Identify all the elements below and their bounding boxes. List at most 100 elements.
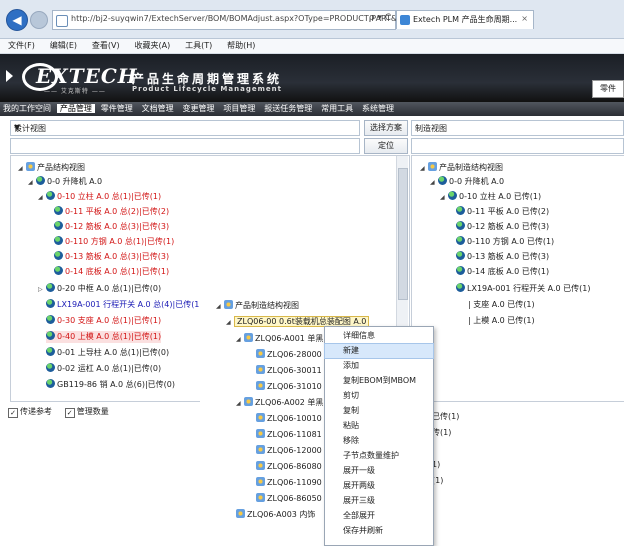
locate-button[interactable]: 定位 xyxy=(364,138,408,154)
tree-node[interactable]: 0-14 底板 A.0 已传(1) xyxy=(456,266,549,278)
menu-copy-ebom-to-mbom[interactable]: 复制EBOM到MBOM xyxy=(325,374,433,388)
tree-node[interactable]: 0-110 方钢 A.0 总(1)|已传(1) xyxy=(54,236,174,248)
pass-reference-checkbox[interactable]: ✓ xyxy=(8,408,18,418)
address-bar[interactable]: http://bj2-suyqwin7/ExtechServer/BOM/BOM… xyxy=(52,10,426,30)
tree-node[interactable]: ZLQ06-10010 xyxy=(256,413,322,425)
nav-part-management[interactable]: 零件管理 xyxy=(98,104,136,113)
tree-node[interactable]: ZLQ06-86080 xyxy=(256,461,322,473)
menu-item-tools[interactable]: 工具(T) xyxy=(185,41,212,50)
tree-node[interactable]: 0-14 底板 A.0 总(1)|已传(1) xyxy=(54,266,169,278)
forward-icon[interactable] xyxy=(30,11,48,29)
tree-node[interactable]: ZLQ06-11090 xyxy=(256,477,322,489)
tree-node[interactable]: 0-02 运杠 A.0 总(1)|已传(0) xyxy=(46,363,161,375)
expand-icon[interactable]: ◢ xyxy=(18,163,26,175)
tree-node[interactable]: 0-12 筋板 A.0 总(3)|已传(3) xyxy=(54,221,169,233)
browser-tab[interactable]: Extech PLM 产品生命周期... × xyxy=(396,10,534,29)
menu-expand-one[interactable]: 展开一级 xyxy=(325,464,433,478)
menu-cut[interactable]: 剪切 xyxy=(325,389,433,403)
tree-root-mbom[interactable]: ◢ 产品制造结构视图 xyxy=(216,300,299,312)
tree-node-highlighted[interactable]: 0-40 上模 A.0 总(1)|已传(1) xyxy=(46,331,162,343)
tree-node[interactable]: 0-30 支座 A.0 总(1)|已传(1) xyxy=(46,315,161,327)
expand-icon[interactable]: ◢ xyxy=(216,301,224,313)
nav-workspace[interactable]: 我的工作空间 xyxy=(0,104,54,113)
tree-node[interactable]: ZLQ06-86050 xyxy=(256,493,322,505)
tree-node[interactable]: | 上模 A.0 已传(1) xyxy=(468,315,535,327)
menu-item-help[interactable]: 帮助(H) xyxy=(227,41,255,50)
partial-node-text: 已传(1) xyxy=(432,412,460,421)
folder-icon xyxy=(256,413,265,422)
tree-node[interactable]: LX19A-001 行程开关 A.0 总(4)|已传(1) xyxy=(46,299,203,311)
menu-expand-all[interactable]: 全部展开 xyxy=(325,509,433,523)
tree-node[interactable]: 0-13 筋板 A.0 总(3)|已传(3) xyxy=(54,251,169,263)
tree-node[interactable]: ◢ ZLQ06-A002 单黑 xyxy=(236,397,323,409)
tree-node[interactable]: ▷ 0-20 中框 A.0 总(1)|已传(0) xyxy=(38,283,161,295)
part-icon xyxy=(54,236,63,245)
manufacturing-view-select[interactable]: 制造视图 xyxy=(411,120,624,136)
tree-node[interactable]: LX19A-001 行程开关 A.0 已传(1) xyxy=(456,283,591,295)
tree-node[interactable]: ZLQ06-12000 xyxy=(256,445,322,457)
tree-node[interactable]: ZLQ06-30011 xyxy=(256,365,322,377)
page-icon xyxy=(56,15,68,27)
design-filter-bar[interactable] xyxy=(10,138,360,154)
nav-system-management[interactable]: 系统管理 xyxy=(359,104,397,113)
nav-project-management[interactable]: 项目管理 xyxy=(220,104,258,113)
menu-save-refresh[interactable]: 保存并刷新 xyxy=(325,524,433,538)
tree-node[interactable]: 0-12 筋板 A.0 已传(3) xyxy=(456,221,549,233)
menu-new[interactable]: 新建 xyxy=(324,343,434,359)
expand-icon[interactable]: ◢ xyxy=(38,192,46,204)
menu-item-favorites[interactable]: 收藏夹(A) xyxy=(134,41,170,50)
tree-node[interactable]: 0-13 筋板 A.0 已传(3) xyxy=(456,251,549,263)
collapse-icon[interactable]: ▷ xyxy=(38,284,46,296)
expand-icon[interactable]: ◢ xyxy=(226,317,234,329)
scrollbar-thumb[interactable] xyxy=(398,168,408,300)
nav-document-management[interactable]: 文档管理 xyxy=(139,104,177,113)
address-bar-icons[interactable]: ρ ▾ C xyxy=(369,13,391,23)
tree-node[interactable]: ◢ 0-10 立柱 A.0 已传(1) xyxy=(440,191,541,203)
menu-add[interactable]: 添加 xyxy=(325,359,433,373)
expand-icon[interactable]: ◢ xyxy=(28,177,36,189)
tree-node[interactable]: ZLQ06-31010 xyxy=(256,381,322,393)
tree-node[interactable]: ◢ 0-10 立柱 A.0 总(1)|已传(1) xyxy=(38,191,161,203)
menu-item-view[interactable]: 查看(V) xyxy=(92,41,120,50)
menu-child-quantity[interactable]: 子节点数量维护 xyxy=(325,449,433,463)
tree-node[interactable]: ZLQ06-11081 xyxy=(256,429,322,441)
folder-icon xyxy=(256,365,265,374)
menu-item-file[interactable]: 文件(F) xyxy=(8,41,35,50)
tree-node[interactable]: ZLQ06-A003 内饰 xyxy=(236,509,315,521)
tree-node[interactable]: 0-11 平板 A.0 已传(2) xyxy=(456,206,549,218)
expand-icon[interactable]: ◢ xyxy=(420,163,428,175)
tree-node[interactable]: 0-01 上导柱 A.0 总(1)|已传(0) xyxy=(46,347,169,359)
menu-paste[interactable]: 粘贴 xyxy=(325,419,433,433)
back-icon[interactable]: ◀ xyxy=(6,9,28,31)
tree-node[interactable]: | 支座 A.0 已传(1) xyxy=(468,299,535,311)
expand-icon[interactable]: ◢ xyxy=(440,192,448,204)
expand-icon[interactable]: ◢ xyxy=(430,177,438,189)
menu-expand-two[interactable]: 展开两级 xyxy=(325,479,433,493)
tree-node[interactable]: ◢ 0-0 升降机 A.0 xyxy=(430,176,504,188)
menu-item-edit[interactable]: 编辑(E) xyxy=(50,41,77,50)
tree-node[interactable]: 0-110 方钢 A.0 已传(1) xyxy=(456,236,554,248)
menu-copy[interactable]: 复制 xyxy=(325,404,433,418)
nav-common-tools[interactable]: 常用工具 xyxy=(318,104,356,113)
part-search-button[interactable]: 零件 xyxy=(592,80,624,98)
tree-node[interactable]: ZLQ06-28000 xyxy=(256,349,322,361)
menu-remove[interactable]: 移除 xyxy=(325,434,433,448)
tree-root-manufacturing[interactable]: ◢ 产品制造结构视图 xyxy=(420,162,503,174)
tree-node[interactable]: ◢ ZLQ06-A001 单黑 xyxy=(236,333,323,345)
select-scheme-button[interactable]: 选择方案 xyxy=(364,120,408,136)
tree-node[interactable]: ◢ 0-0 升降机 A.0 xyxy=(28,176,102,188)
expand-icon[interactable]: ◢ xyxy=(236,334,244,346)
manufacturing-filter-bar[interactable] xyxy=(411,138,624,154)
nav-product-management[interactable]: 产品管理 xyxy=(56,104,95,113)
expand-icon[interactable]: ◢ xyxy=(236,398,244,410)
manage-quantity-checkbox[interactable]: ✓ xyxy=(64,408,75,418)
nav-change-management[interactable]: 变更管理 xyxy=(180,104,218,113)
menu-details[interactable]: 详细信息 xyxy=(325,329,433,343)
tree-root-design[interactable]: ◢ 产品结构视图 xyxy=(18,162,85,174)
nav-task-management[interactable]: 报送任务管理 xyxy=(261,104,315,113)
design-view-select[interactable]: 设计视图 ▼ xyxy=(10,120,360,136)
tree-node[interactable]: GB119-86 销 A.0 总(6)|已传(0) xyxy=(46,379,175,391)
tab-close-icon[interactable]: × xyxy=(521,14,528,23)
tree-node[interactable]: 0-11 平板 A.0 总(2)|已传(2) xyxy=(54,206,169,218)
menu-expand-three[interactable]: 展开三级 xyxy=(325,494,433,508)
